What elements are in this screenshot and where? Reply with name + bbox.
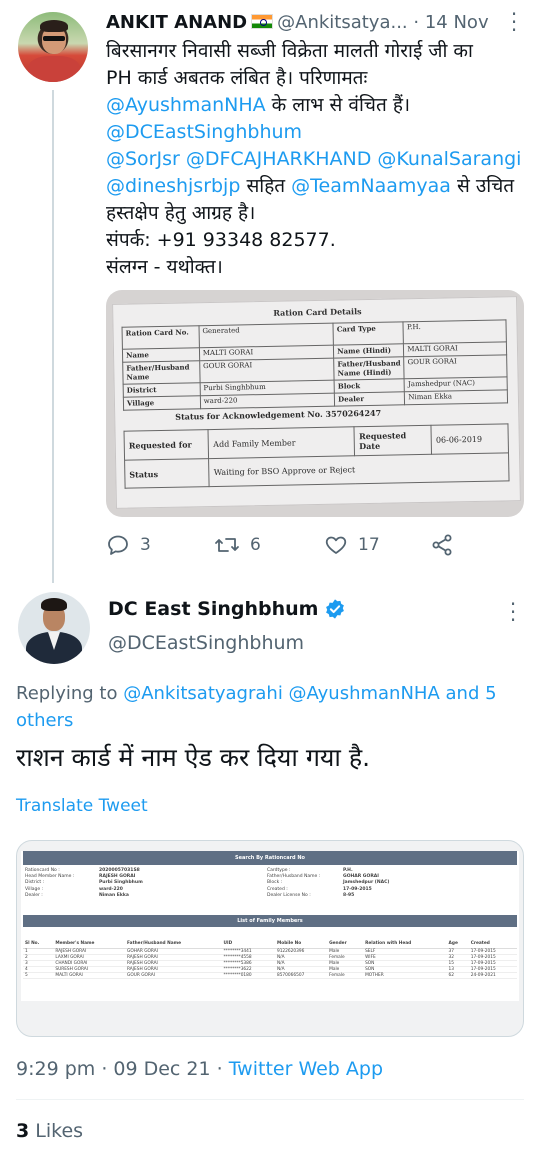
- contact-line: संपर्क: +91 93348 82577.: [106, 229, 336, 251]
- dc-avatar[interactable]: [18, 592, 90, 664]
- table-cell: Female: [327, 972, 364, 980]
- reply-count: 3: [140, 535, 151, 555]
- share-button[interactable]: [430, 530, 454, 560]
- author-avatar[interactable]: [18, 12, 88, 82]
- table-row: 5 MALTI GORAI GOUR GORAI ********0180 857006…: [23, 972, 517, 980]
- like-button[interactable]: 17: [324, 530, 380, 560]
- thread-connector-line: [52, 90, 54, 583]
- rationcard-search-screenshot: Search By Rationcard No Rationcard No : …: [21, 851, 519, 1001]
- family-table-header: Created: [468, 939, 517, 949]
- ration-card-table: Ration Card No. Generated Card Type P.H.…: [122, 319, 509, 411]
- author-handle[interactable]: @Ankitsatya...: [277, 12, 408, 33]
- tweet-source-link[interactable]: Twitter Web App: [229, 1058, 383, 1080]
- retweet-icon: [215, 538, 239, 552]
- table-cell: 5: [23, 972, 54, 980]
- mention-links[interactable]: @SorJsr @DFCAJHARKHAND @KunalSarangi: [106, 146, 526, 173]
- family-table-header: Mobile No: [274, 939, 328, 949]
- request-status-table: Requested for Add Family Member Requeste…: [124, 423, 510, 489]
- ration-card-title: Ration Card Details: [273, 306, 362, 318]
- tweet-date[interactable]: · 14 Nov: [413, 12, 488, 33]
- tweet-line: PH कार्ड अबतक लंबित है। परिणामतः: [106, 67, 368, 89]
- tweet-timestamp: 9:29 pm · 09 Dec 21 · Twitter Web App: [16, 1058, 384, 1080]
- family-table-header: Gender: [327, 939, 364, 949]
- family-table-header: Member's Name: [53, 939, 125, 949]
- right-field-values: P.H. GOHAR GORAI Jamshedpur (NAC) 17-09-…: [343, 868, 390, 898]
- tweet-header: ANKIT ANAND @Ankitsatya... · 14 Nov: [106, 12, 489, 33]
- family-table-header: Age: [446, 939, 469, 949]
- table-cell: GOUR GORAI: [124, 972, 222, 980]
- table-cell: MALTI GORAI: [53, 972, 125, 980]
- retweet-count: 6: [250, 535, 261, 555]
- tweet-text: बिरसानगर निवासी सब्जी विक्रेता मालती गोर…: [106, 38, 526, 281]
- translate-tweet-link[interactable]: Translate Tweet: [16, 796, 148, 816]
- retweet-button[interactable]: 6: [214, 530, 261, 560]
- likes-label: Likes: [35, 1120, 84, 1142]
- left-field-labels: Rationcard No : Head Member Name : Distr…: [25, 868, 75, 898]
- search-header-bar: Search By Rationcard No: [23, 851, 517, 865]
- family-table-header: Father/Husband Name: [124, 939, 222, 949]
- tweet-line: बिरसानगर निवासी सब्जी विक्रेता मालती गोर…: [106, 40, 473, 62]
- tweet-line: हस्तक्षेप हेतु आग्रह है।: [106, 202, 256, 224]
- family-header-bar: List of Family Members: [23, 915, 517, 927]
- likes-count: 3: [16, 1120, 30, 1142]
- tweet-line: @dineshjsrbjp सहित @TeamNaamyaa से उचित: [106, 175, 515, 197]
- mention-link[interactable]: @AyushmanNHA: [106, 94, 266, 116]
- mention-link[interactable]: @dineshjsrbjp: [106, 175, 240, 197]
- ration-card-document: Ration Card Details Ration Card No. Gene…: [112, 296, 521, 509]
- like-count: 17: [358, 535, 380, 555]
- family-table-header: Sl No.: [23, 939, 54, 949]
- reply-button[interactable]: 3: [106, 530, 151, 560]
- replying-to: Replying to @Ankitsatyagrahi @AyushmanNH…: [16, 683, 497, 731]
- table-cell: 62: [446, 972, 469, 980]
- reply-icon: [108, 535, 128, 555]
- left-field-values: 20200057031S8 RAJESH GORAI Purbi Singhbh…: [99, 868, 143, 898]
- table-cell: 24-09-2021: [468, 972, 517, 980]
- tweet-photo-family-list[interactable]: Search By Rationcard No Rationcard No : …: [16, 840, 524, 1037]
- table-cell: 8570066507: [274, 972, 328, 980]
- author-name[interactable]: ANKIT ANAND: [106, 12, 247, 33]
- acknowledgement-number: Status for Acknowledgement No. 357026424…: [175, 407, 382, 422]
- tweet-line: संलग्न - यथोक्त।: [106, 256, 223, 278]
- heart-icon: [325, 536, 347, 554]
- tweet-actions: 3 6 17: [106, 530, 526, 560]
- likes-summary[interactable]: 3 Likes: [16, 1120, 83, 1142]
- table-cell: ********0180: [221, 972, 275, 980]
- tweet-line: @AyushmanNHA के लाभ से वंचित हैं।: [106, 94, 411, 116]
- family-table-header: Relation with Head: [363, 939, 447, 949]
- family-table-header: UID: [221, 939, 275, 949]
- dc-author-handle[interactable]: @DCEastSinghbhum: [108, 632, 304, 654]
- mention-link[interactable]: @DCEastSinghbhum: [106, 119, 526, 146]
- dc-author-name[interactable]: DC East Singhbhum: [108, 598, 346, 620]
- india-flag-icon: [251, 14, 274, 29]
- more-options-icon[interactable]: · · ·: [505, 594, 521, 630]
- replying-to-links[interactable]: @Ankitsatyagrahi @AyushmanNHA: [123, 683, 440, 704]
- verified-badge-icon: [326, 599, 345, 619]
- dc-tweet-text: राशन कार्ड में नाम ऐड कर दिया गया है.: [16, 743, 371, 772]
- more-options-icon[interactable]: · · ·: [506, 4, 522, 40]
- divider: [16, 1099, 524, 1100]
- mention-link[interactable]: @TeamNaamyaa: [291, 175, 451, 197]
- right-field-labels: Cardtype : Father/Husband Name : Block :…: [267, 868, 321, 898]
- table-cell: MOTHER: [363, 972, 447, 980]
- share-icon: [432, 534, 452, 556]
- tweet-photo-ration-card[interactable]: Ration Card Details Ration Card No. Gene…: [106, 290, 524, 517]
- family-members-table: Sl No. Member's Name Father/Husband Name UI…: [23, 939, 517, 980]
